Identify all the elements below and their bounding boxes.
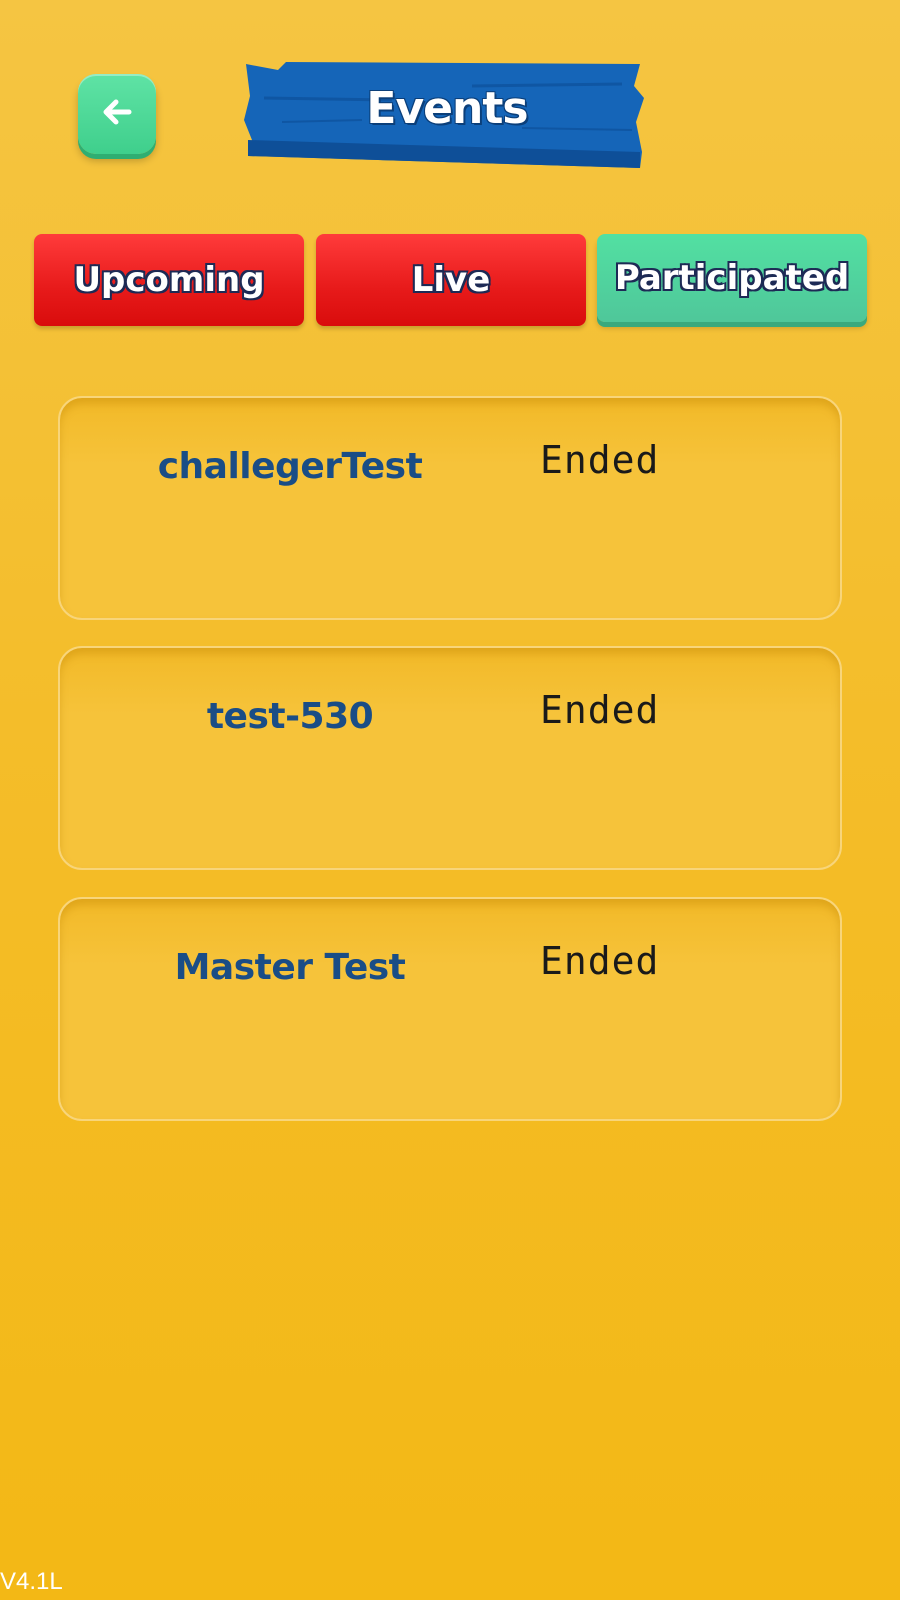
page-title: Events <box>366 82 528 134</box>
event-card[interactable]: Master Test Ended <box>58 897 842 1121</box>
event-card[interactable]: challegerTest Ended <box>58 396 842 620</box>
tab-upcoming[interactable]: Upcoming <box>34 234 304 326</box>
event-name: test-530 <box>206 696 374 737</box>
title-banner: Events <box>242 60 652 172</box>
tab-live[interactable]: Live <box>316 234 586 326</box>
event-name: challegerTest <box>157 446 423 487</box>
event-status: Ended <box>540 688 660 732</box>
arrow-left-icon <box>97 92 137 137</box>
event-tabs: Upcoming Live Participated <box>34 234 867 326</box>
event-name: Master Test <box>174 947 406 988</box>
event-card[interactable]: test-530 Ended <box>58 646 842 870</box>
tab-participated[interactable]: Participated <box>597 234 867 322</box>
back-button[interactable] <box>78 74 156 154</box>
version-label: V4.1L <box>0 1568 63 1595</box>
event-status: Ended <box>540 939 660 983</box>
event-status: Ended <box>540 438 660 482</box>
